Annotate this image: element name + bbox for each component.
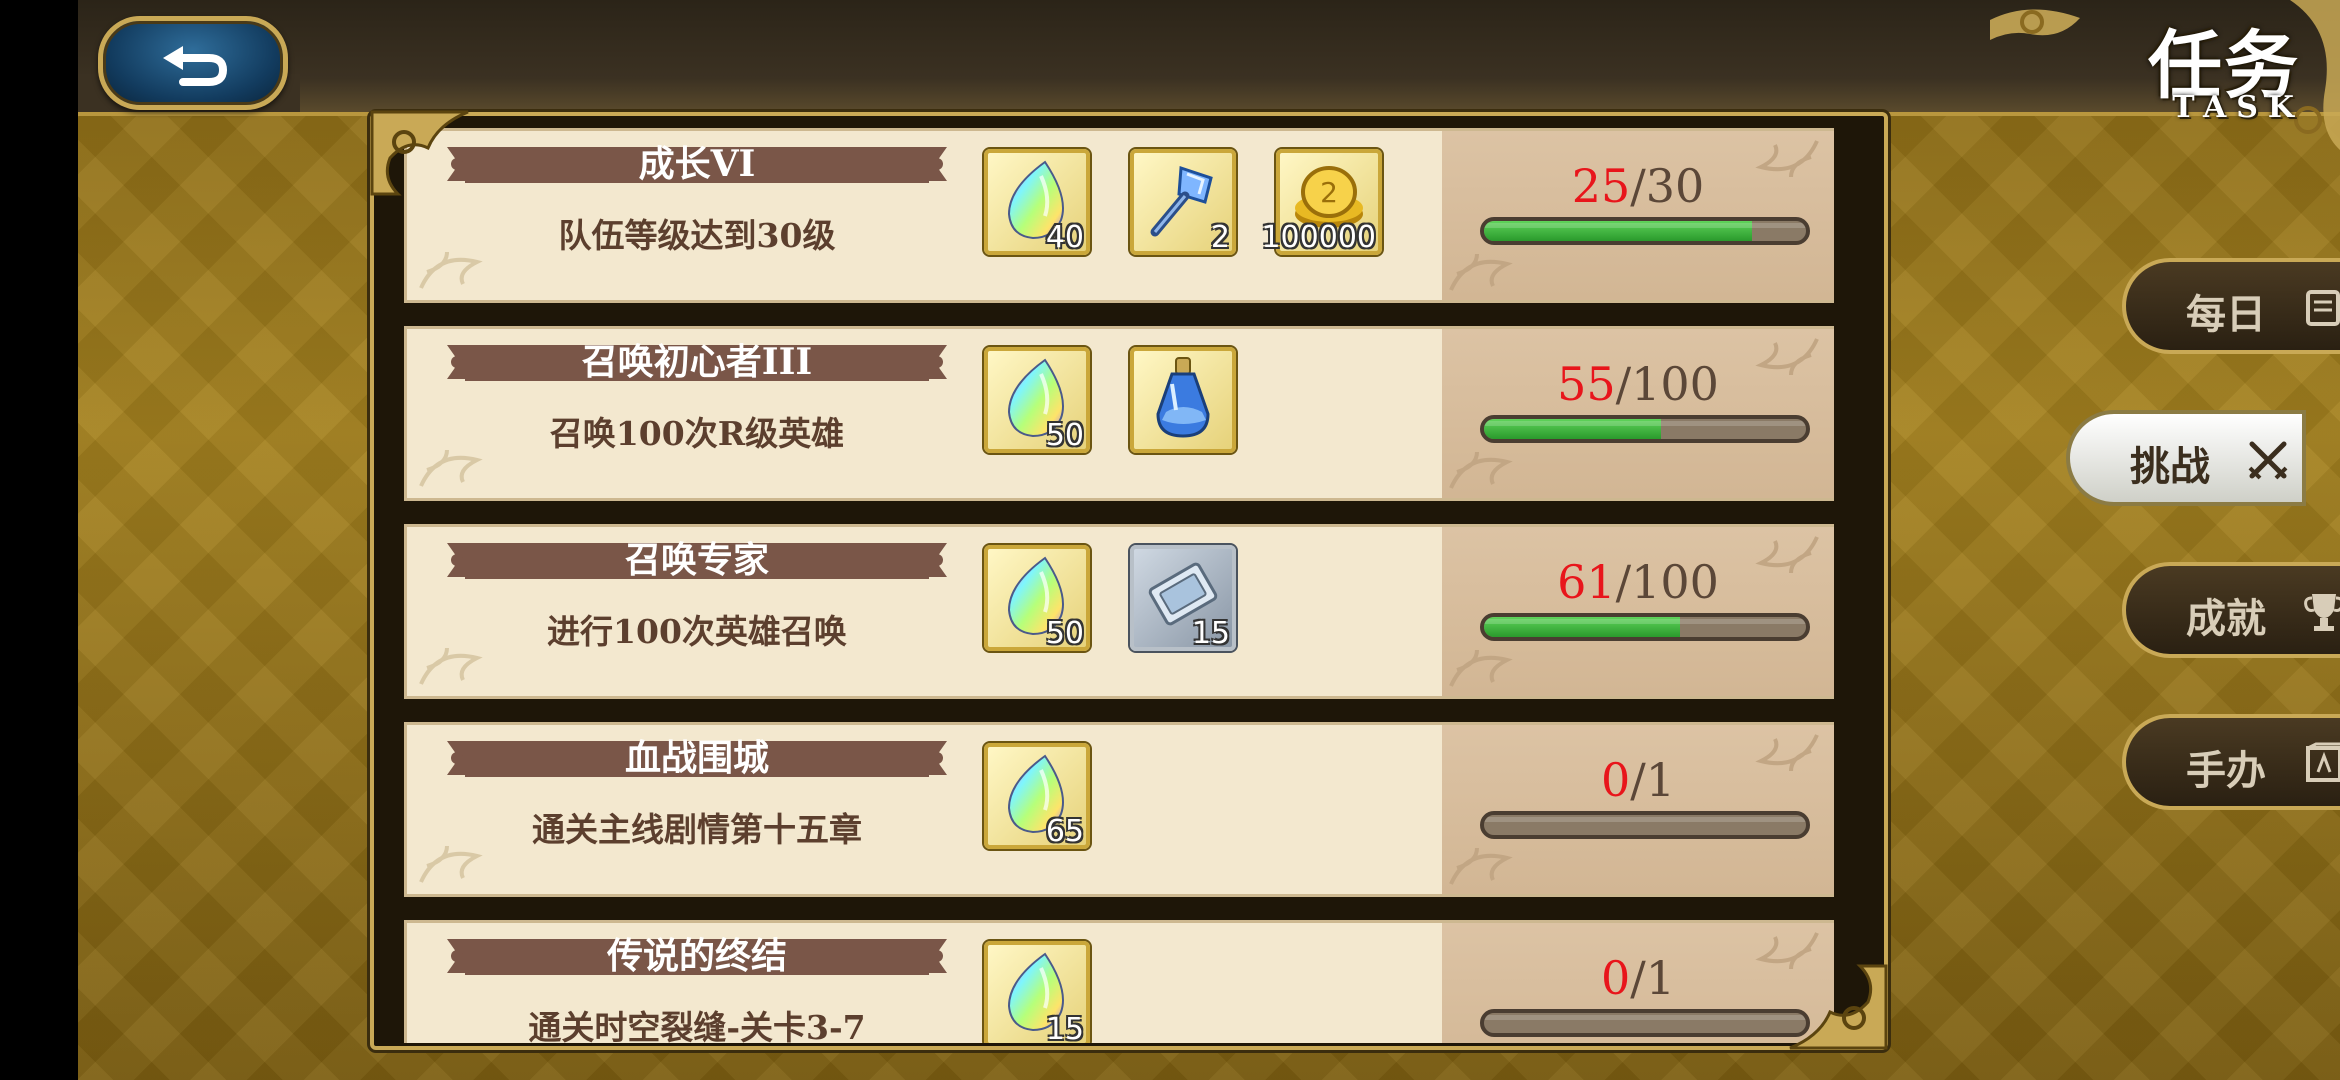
tab-label: 每日	[2186, 291, 2266, 338]
reward-item[interactable]: 65	[984, 743, 1090, 849]
tab-crossed-swords[interactable]: 挑战	[2066, 410, 2306, 506]
task-title-ribbon: 血战围城	[447, 735, 947, 781]
task-card[interactable]: 血战围城通关主线剧情第十五章 65 0/1	[404, 722, 1834, 897]
progress-bar	[1480, 1009, 1810, 1037]
task-title-ribbon: 传说的终结	[447, 933, 947, 979]
reward-quantity: 15	[1045, 1012, 1084, 1043]
progress-current: 25	[1571, 159, 1631, 213]
tab-label: 挑战	[2130, 443, 2210, 490]
task-name: 召唤专家	[624, 539, 769, 581]
progress-total: /30	[1630, 159, 1705, 213]
reward-quantity: 65	[1045, 814, 1084, 849]
progress-text: 61/100	[1442, 555, 1834, 609]
reward-item[interactable]: 15	[984, 941, 1090, 1043]
tab-scroll[interactable]: 每日	[2122, 258, 2340, 354]
reward-quantity: 50	[1045, 418, 1084, 453]
task-card[interactable]: 召唤初心者III 召唤100次R级英雄 50 55/100	[404, 326, 1834, 501]
task-card[interactable]: 传说的终结通关时空裂缝-关卡3-7 15 0/1	[404, 920, 1834, 1043]
task-list[interactable]: 成长VI 队伍等级达到30级 40 2 2 100000 25/30 召唤初心者III 召唤10…	[404, 128, 1834, 1043]
reward-quantity: 50	[1045, 616, 1084, 651]
scroll-icon	[2302, 286, 2340, 334]
crossed-swords-icon	[2246, 438, 2290, 486]
task-description: 召唤100次R级英雄	[549, 414, 845, 453]
progress-text: 25/30	[1442, 159, 1834, 213]
progress-total: /1	[1630, 753, 1676, 807]
reward-item[interactable]: 50	[984, 545, 1090, 651]
task-name: 召唤初心者III	[581, 341, 813, 383]
task-description: 队伍等级达到30级	[558, 216, 836, 255]
progress-total: /100	[1615, 357, 1719, 411]
progress-bar	[1480, 613, 1810, 641]
task-description: 通关主线剧情第十五章	[532, 810, 862, 849]
task-description: 通关时空裂缝-关卡3-7	[528, 1008, 866, 1043]
tab-label: 成就	[2186, 595, 2266, 642]
page-subtitle: TASK	[2172, 90, 2304, 125]
reward-item[interactable]: 15	[1130, 545, 1236, 651]
back-arrow-icon	[163, 46, 228, 86]
progress-text: 55/100	[1442, 357, 1834, 411]
progress-current: 0	[1600, 753, 1631, 807]
trophy-icon	[2302, 590, 2340, 638]
reward-quantity: 100000	[1261, 220, 1376, 255]
tab-trophy[interactable]: 成就	[2122, 562, 2340, 658]
panel-corner-ornament-icon	[370, 110, 469, 196]
reward-item[interactable]	[1130, 347, 1236, 453]
task-title-ribbon: 召唤初心者III	[447, 339, 947, 385]
progress-text: 0/1	[1442, 951, 1834, 1005]
progress-bar	[1480, 217, 1810, 245]
reward-item[interactable]: 50	[984, 347, 1090, 453]
task-card[interactable]: 成长VI 队伍等级达到30级 40 2 2 100000 25/30	[404, 128, 1834, 303]
task-screen: 任务 TASK 成长VI 队伍等级达到30级 40 2 2 100000 25/30 召唤初心…	[0, 0, 2340, 1080]
progress-current: 0	[1600, 951, 1631, 1005]
svg-text:2: 2	[1320, 176, 1338, 209]
progress-text: 0/1	[1442, 753, 1834, 807]
task-card[interactable]: 召唤专家进行100次英雄召唤 50 15 61/100	[404, 524, 1834, 699]
back-button[interactable]	[98, 16, 288, 110]
progress-current: 55	[1557, 357, 1616, 411]
tab-label: 手办	[2186, 747, 2266, 794]
reward-quantity: 2	[1210, 220, 1230, 255]
task-title-ribbon: 召唤专家	[447, 537, 947, 583]
progress-total: /100	[1615, 555, 1719, 609]
task-name: 传说的终结	[606, 935, 787, 977]
figure-box-icon	[2302, 742, 2340, 790]
left-black-bar	[0, 0, 78, 1080]
reward-item[interactable]: 40	[984, 149, 1090, 255]
reward-item[interactable]: 2	[1130, 149, 1236, 255]
reward-item[interactable]: 2 100000	[1261, 149, 1382, 255]
reward-quantity: 40	[1045, 220, 1084, 255]
progress-bar	[1480, 415, 1810, 443]
task-name: 血战围城	[624, 737, 769, 779]
progress-bar	[1480, 811, 1810, 839]
tab-figure-box[interactable]: 手办	[2122, 714, 2340, 810]
panel-corner-ornament-icon	[1789, 964, 1888, 1050]
task-panel: 成长VI 队伍等级达到30级 40 2 2 100000 25/30 召唤初心者III 召唤10…	[370, 112, 1888, 1050]
progress-total: /1	[1630, 951, 1676, 1005]
task-title-ribbon: 成长VI	[447, 141, 947, 187]
reward-quantity: 15	[1191, 616, 1230, 651]
task-name: 成长VI	[638, 143, 756, 185]
progress-current: 61	[1557, 555, 1616, 609]
task-description: 进行100次英雄召唤	[547, 612, 847, 651]
